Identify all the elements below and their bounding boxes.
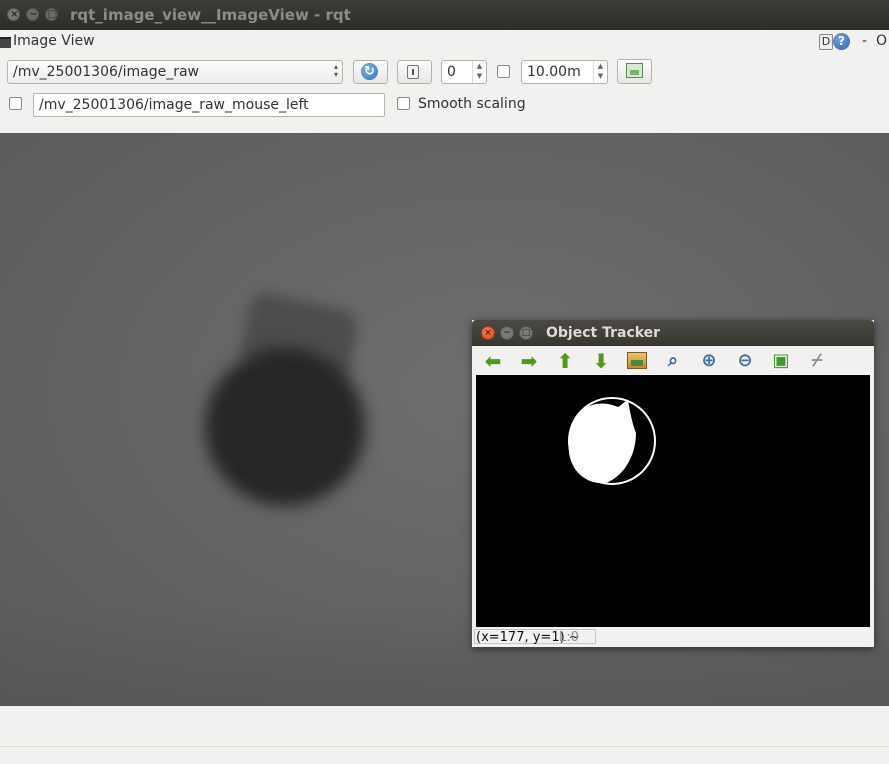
zoom-out-icon[interactable]: ⊖ <box>734 350 756 372</box>
save-image-icon <box>626 63 643 78</box>
topic-select[interactable]: /mv_25001306/image_raw ▴ ▾ <box>7 60 343 84</box>
plugin-window-icon <box>0 37 11 48</box>
minimize-icon: − <box>29 9 38 20</box>
tracker-statusbar: (x=177, y=1) ~ L:0 <box>474 629 872 645</box>
smooth-scaling-label: Smooth scaling <box>418 96 526 112</box>
timeout-spinbox[interactable]: 10.00m ▲ ▼ <box>521 60 608 84</box>
combo-arrows-icon: ▴ ▾ <box>333 62 338 79</box>
forward-arrow-icon[interactable]: ➡ <box>518 350 540 372</box>
close-icon: × <box>484 328 492 338</box>
tracker-titlebar: × − □ Object Tracker <box>472 320 874 346</box>
image-icon[interactable] <box>627 352 647 369</box>
status-divider <box>0 746 889 747</box>
tracker-mask-view[interactable] <box>476 375 870 627</box>
publish-mouse-checkbox[interactable] <box>9 97 22 110</box>
minimize-plugin-button[interactable]: - <box>862 33 867 49</box>
pause-icon <box>407 65 419 79</box>
maximize-icon: □ <box>47 9 58 20</box>
tracker-title: Object Tracker <box>546 325 661 341</box>
back-arrow-icon[interactable]: ⬅ <box>482 350 504 372</box>
minimize-icon: − <box>503 328 511 338</box>
save-icon[interactable]: ▣ <box>770 350 792 372</box>
tracker-close-button[interactable]: × <box>481 326 495 340</box>
zoom-fit-icon[interactable]: ⌕ <box>662 350 684 372</box>
label-indicator: L:0 <box>559 630 579 645</box>
broom-icon[interactable]: ⌿ <box>806 350 828 372</box>
down-arrow-icon[interactable]: ⬇ <box>590 350 612 372</box>
dynamic-range-checkbox[interactable] <box>497 65 510 78</box>
rotation-value: 0 <box>447 64 456 80</box>
spin-arrows-icon[interactable]: ▲ ▼ <box>593 61 607 83</box>
topic-select-value: /mv_25001306/image_raw <box>13 64 200 80</box>
dock-d-button[interactable]: D <box>819 34 833 50</box>
window-titlebar: × − □ rqt_image_view__ImageView - rqt <box>0 0 889 30</box>
refresh-icon: ↻ <box>361 63 378 80</box>
mask-svg <box>568 397 656 485</box>
rotation-spinbox[interactable]: 0 ▲ ▼ <box>441 60 487 84</box>
zoom-in-icon[interactable]: ⊕ <box>698 350 720 372</box>
tracked-object-mask <box>568 401 636 484</box>
object-body-blur <box>205 348 365 506</box>
save-image-button[interactable] <box>617 59 652 84</box>
help-icon[interactable]: ? <box>833 33 850 50</box>
close-plugin-button[interactable]: O <box>876 33 887 49</box>
maximize-icon: □ <box>521 328 531 338</box>
plugin-header: Image View D ? - O <box>0 32 889 52</box>
timeout-value: 10.00m <box>527 64 581 80</box>
smooth-scaling-checkbox[interactable] <box>397 97 410 110</box>
plugin-title: Image View <box>13 33 95 49</box>
tracker-minimize-button[interactable]: − <box>500 326 514 340</box>
close-icon: × <box>10 9 19 20</box>
tracker-maximize-button[interactable]: □ <box>519 326 533 340</box>
up-arrow-icon[interactable]: ⬆ <box>554 350 576 372</box>
mouse-topic-input[interactable]: /mv_25001306/image_raw_mouse_left <box>33 93 385 117</box>
tracker-toolbar: ⬅ ➡ ⬆ ⬇ ⌕ ⊕ ⊖ ▣ ⌿ <box>474 347 872 375</box>
window-minimize-button[interactable]: − <box>26 8 39 21</box>
window-title: rqt_image_view__ImageView - rqt <box>70 6 351 24</box>
refresh-button[interactable]: ↻ <box>353 60 388 84</box>
window-maximize-button[interactable]: □ <box>45 8 58 21</box>
mouse-topic-value: /mv_25001306/image_raw_mouse_left <box>39 97 309 113</box>
object-tracker-window[interactable]: × − □ Object Tracker ⬅ ➡ ⬆ ⬇ ⌕ ⊕ ⊖ ▣ ⌿ (… <box>472 320 874 647</box>
spin-arrows-icon[interactable]: ▲ ▼ <box>472 61 486 83</box>
pause-button[interactable] <box>397 60 432 84</box>
window-close-button[interactable]: × <box>7 8 20 21</box>
status-bar <box>0 706 889 764</box>
